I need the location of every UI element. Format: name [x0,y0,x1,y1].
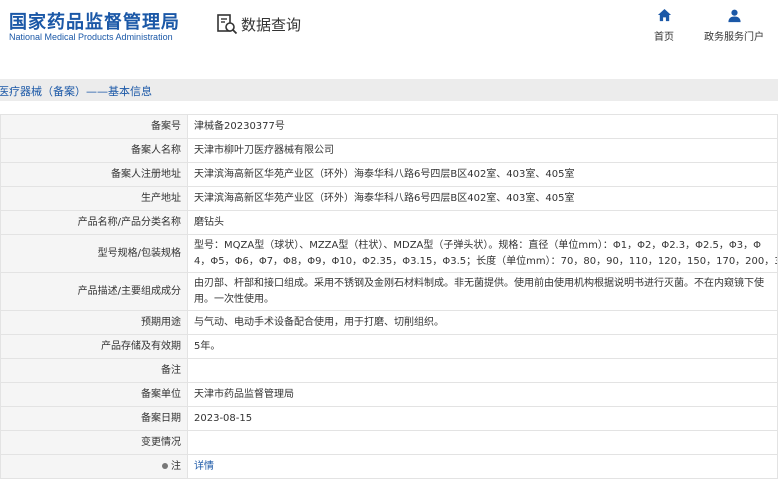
field-label: 备案号 [0,114,188,139]
site-header: 国家药品监督管理局 National Medical Products Admi… [0,0,778,52]
field-value-line: 型号：MQZA型（球状）、MZZA型（柱状）、MDZA型（子弹头状）。规格：直径… [194,239,761,251]
field-value-line: 4，Φ5，Φ6，Φ7，Φ8，Φ9，Φ10，Φ2.35，Φ3.15，Φ3.5；长度… [194,255,778,267]
record-detail-table: 备案号 津械备20230377号 备案人名称 天津市柳叶刀医疗器械有限公司 备案… [0,114,778,479]
field-value: 津械备20230377号 [187,114,778,139]
details-link[interactable]: 详情 [194,461,214,472]
table-row: 产品名称/产品分类名称 磨钻头 [0,210,778,235]
section-header: 医疗器械（备案）——基本信息 [0,79,778,101]
section-title: 医疗器械（备案）——基本信息 [0,85,152,98]
field-value: 天津滨海高新区华苑产业区（环外）海泰华科八路6号四层B区402室、403室、40… [187,162,778,187]
field-value: 详情 [187,454,778,479]
page-title-text: 数据查询 [241,15,302,34]
field-value: 与气动、电动手术设备配合使用，用于打磨、切削组织。 [187,310,778,335]
site-title[interactable]: 国家药品监督管理局 [9,8,180,34]
page-title: 数据查询 [216,12,301,36]
field-value: 由刃部、杆部和接口组成。采用不锈钢及金刚石材料制成。非无菌提供。使用前由使用机构… [187,272,778,311]
field-label: 产品存储及有效期 [0,334,188,359]
table-row: 变更情况 [0,430,778,455]
data-search-icon [217,14,238,35]
field-label: 预期用途 [0,310,188,335]
field-label: 备案人名称 [0,138,188,163]
field-value-line: 由刃部、杆部和接口组成。采用不锈钢及金刚石材料制成。非无菌提供。使用前由使用机构… [194,277,764,289]
field-label-text: 注 [171,460,181,472]
table-row: 备案日期 2023-08-15 [0,406,778,431]
home-icon [657,8,671,22]
field-value: 磨钻头 [187,210,778,235]
field-label: 产品描述/主要组成成分 [0,272,188,311]
nav-home-label: 首页 [654,32,674,43]
field-value: 5年。 [187,334,778,359]
pin-icon [162,462,168,469]
field-value: 天津市药品监督管理局 [187,382,778,407]
table-row: 备案单位 天津市药品监督管理局 [0,382,778,407]
field-value [187,358,778,383]
field-label: 生产地址 [0,186,188,211]
table-row: 备案号 津械备20230377号 [0,114,778,139]
field-label: 变更情况 [0,430,188,455]
site-subtitle: National Medical Products Administration [9,32,173,42]
field-value: 2023-08-15 [187,406,778,431]
table-row: 产品描述/主要组成成分 由刃部、杆部和接口组成。采用不锈钢及金刚石材料制成。非无… [0,272,778,311]
table-row: 备案人名称 天津市柳叶刀医疗器械有限公司 [0,138,778,163]
field-value [187,430,778,455]
field-label: 型号规格/包装规格 [0,234,188,273]
field-label-note: 注 [0,454,188,479]
user-icon [727,9,741,23]
field-value-line: 用。一次性使用。 [194,293,274,305]
field-value: 天津滨海高新区华苑产业区（环外）海泰华科八路6号四层B区402室、403室、40… [187,186,778,211]
field-label: 备案人注册地址 [0,162,188,187]
field-label: 产品名称/产品分类名称 [0,210,188,235]
table-row: 注 详情 [0,454,778,479]
table-row: 备案人注册地址 天津滨海高新区华苑产业区（环外）海泰华科八路6号四层B区402室… [0,162,778,187]
field-label: 备案单位 [0,382,188,407]
field-label: 备案日期 [0,406,188,431]
table-row: 产品存储及有效期 5年。 [0,334,778,359]
nav-service-portal[interactable]: 政务服务门户 [702,8,766,43]
table-row: 型号规格/包装规格 型号：MQZA型（球状）、MZZA型（柱状）、MDZA型（子… [0,234,778,273]
field-value: 型号：MQZA型（球状）、MZZA型（柱状）、MDZA型（子弹头状）。规格：直径… [187,234,778,273]
field-value: 天津市柳叶刀医疗器械有限公司 [187,138,778,163]
nav-portal-label: 政务服务门户 [704,32,764,43]
field-label: 备注 [0,358,188,383]
table-row: 生产地址 天津滨海高新区华苑产业区（环外）海泰华科八路6号四层B区402室、40… [0,186,778,211]
nav-home[interactable]: 首页 [652,8,676,43]
table-row: 预期用途 与气动、电动手术设备配合使用，用于打磨、切削组织。 [0,310,778,335]
table-row: 备注 [0,358,778,383]
